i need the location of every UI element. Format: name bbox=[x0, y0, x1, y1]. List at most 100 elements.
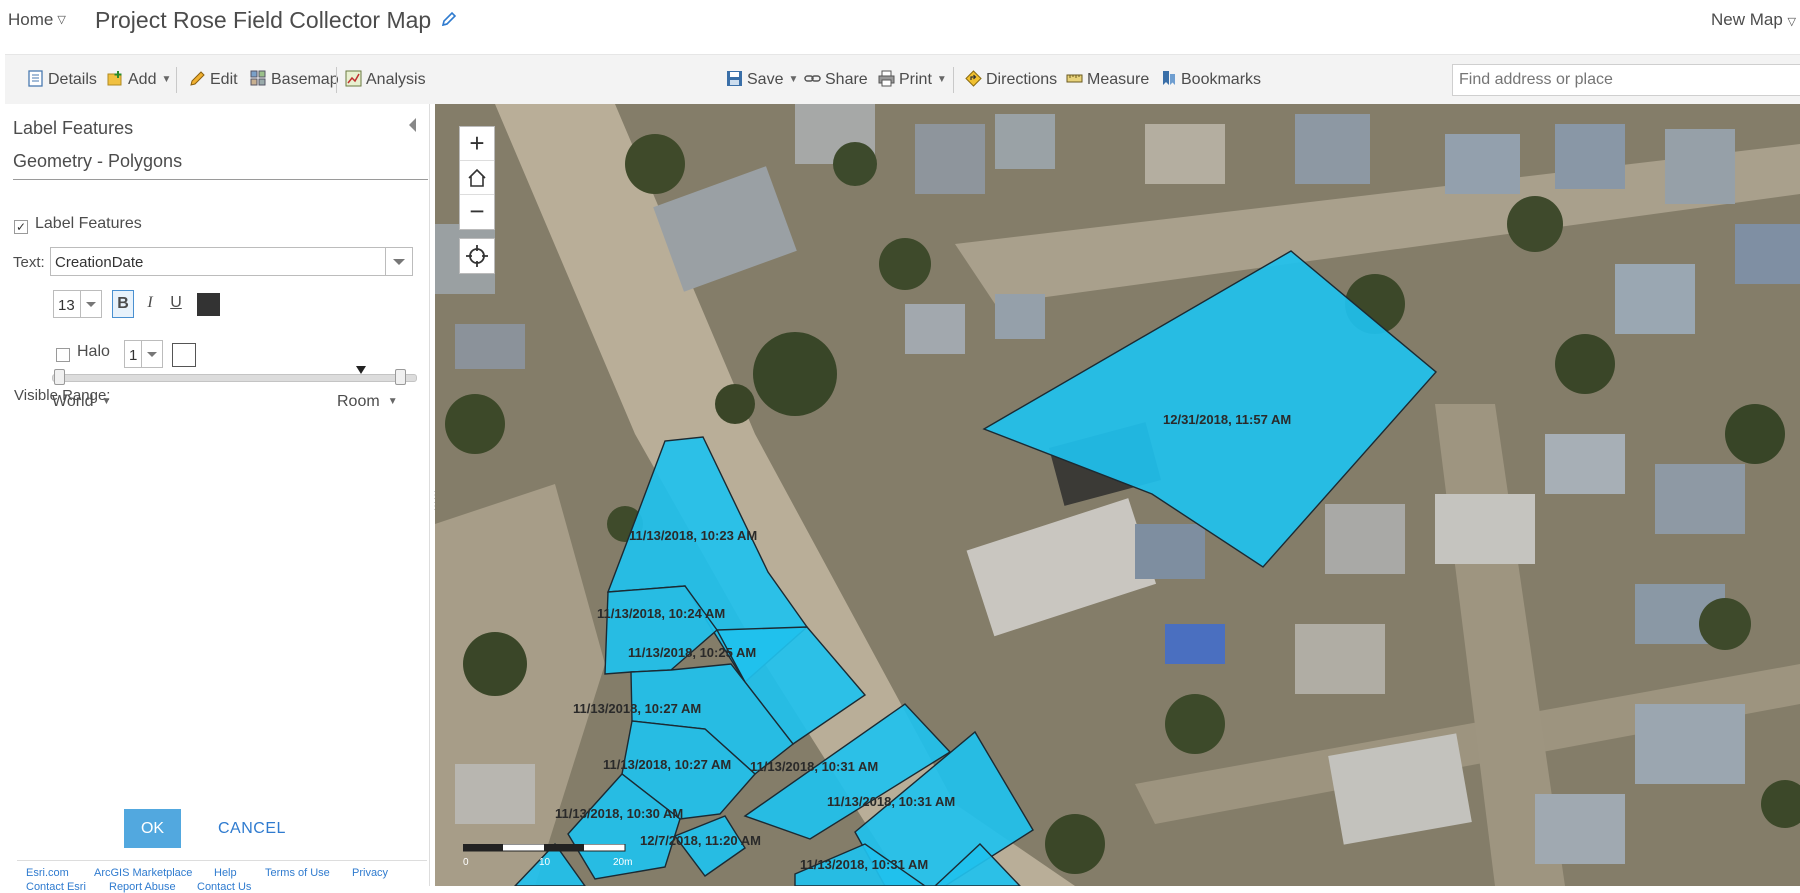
range-min-select[interactable]: World ▼ bbox=[52, 393, 111, 411]
bookmarks-button[interactable]: Bookmarks bbox=[1160, 70, 1261, 89]
edit-title-pencil-icon[interactable] bbox=[440, 10, 458, 28]
analysis-icon bbox=[345, 70, 362, 87]
text-field-select[interactable]: CreationDate bbox=[50, 247, 413, 276]
range-max-label: Room bbox=[337, 393, 380, 410]
details-icon bbox=[28, 70, 43, 87]
footer-link-privacy[interactable]: Privacy bbox=[352, 867, 388, 879]
print-label: Print bbox=[899, 71, 932, 88]
measure-ruler-icon bbox=[1066, 74, 1083, 83]
panel-resize-handle[interactable]: ⋮⋮ bbox=[430, 490, 440, 514]
edit-label: Edit bbox=[210, 71, 238, 88]
dropdown-arrow-icon: ▼ bbox=[788, 74, 799, 85]
footer-link-contact-esri[interactable]: Contact Esri bbox=[26, 881, 86, 893]
select-divider bbox=[141, 341, 142, 367]
footer-links: Esri.com ArcGIS Marketplace Help Terms o… bbox=[17, 860, 427, 893]
analysis-button[interactable]: Analysis bbox=[345, 70, 426, 89]
footer-link-report-abuse[interactable]: Report Abuse bbox=[109, 881, 176, 893]
halo-color-swatch[interactable] bbox=[172, 343, 196, 367]
halo-size-select[interactable]: 1 bbox=[124, 340, 163, 368]
toolbar-divider bbox=[336, 67, 337, 93]
select-divider bbox=[80, 291, 81, 317]
halo-checkbox[interactable] bbox=[56, 348, 70, 362]
search-input[interactable] bbox=[1452, 64, 1800, 96]
footer-link-help[interactable]: Help bbox=[214, 867, 237, 879]
visible-range-slider[interactable] bbox=[52, 374, 417, 382]
directions-icon bbox=[965, 70, 982, 87]
dropdown-arrow-icon: ▼ bbox=[161, 74, 172, 85]
current-scale-marker bbox=[356, 366, 366, 374]
home-label: Home bbox=[8, 10, 54, 29]
details-button[interactable]: Details bbox=[27, 70, 97, 89]
basemap-grid-icon bbox=[250, 70, 266, 86]
add-label: Add bbox=[128, 71, 157, 88]
print-button[interactable]: Print ▼ bbox=[878, 70, 947, 89]
footer-link-esri[interactable]: Esri.com bbox=[26, 867, 69, 879]
save-label: Save bbox=[747, 71, 784, 88]
zoom-out-button[interactable]: − bbox=[460, 195, 494, 229]
home-icon bbox=[468, 168, 486, 187]
bold-button[interactable]: B bbox=[112, 290, 134, 318]
label-features-checkbox[interactable]: ✓ bbox=[14, 220, 28, 234]
panel-title: Label Features bbox=[13, 118, 134, 138]
save-button[interactable]: Save ▼ bbox=[726, 70, 798, 89]
label-features-checkbox-label: Label Features bbox=[35, 215, 142, 232]
footer-link-terms[interactable]: Terms of Use bbox=[265, 867, 330, 879]
zoom-in-button[interactable]: + bbox=[460, 127, 494, 161]
new-map-menu[interactable]: New Map ▽ bbox=[1711, 10, 1796, 30]
halo-label: Halo bbox=[77, 343, 110, 360]
text-color-swatch[interactable] bbox=[197, 293, 220, 316]
dropdown-arrow-icon: ▼ bbox=[387, 396, 398, 407]
add-layer-icon bbox=[107, 71, 122, 86]
basemap-label: Basemap bbox=[271, 71, 339, 88]
locate-button[interactable] bbox=[460, 239, 494, 273]
map-view[interactable]: 12/31/2018, 11:57 AM 11/13/2018, 10:23 A… bbox=[435, 104, 1800, 886]
polygon-label: 11/13/2018, 10:23 AM bbox=[629, 528, 757, 543]
range-max-select[interactable]: Room ▼ bbox=[337, 393, 398, 411]
underline-button[interactable]: U bbox=[165, 290, 187, 318]
italic-button[interactable]: I bbox=[139, 290, 161, 318]
map-toolbar: Details Add ▼ Edit Basemap Analysis Save ▼… bbox=[5, 54, 1800, 104]
polygon-label: 11/13/2018, 10:31 AM bbox=[800, 857, 928, 872]
footer-link-contact-us[interactable]: Contact Us bbox=[197, 881, 251, 893]
dropdown-arrow-icon: ▼ bbox=[936, 74, 947, 85]
polygon-label: 11/13/2018, 10:30 AM bbox=[555, 806, 683, 821]
zoom-controls: + − bbox=[459, 126, 495, 230]
scale-label-mid: 10 bbox=[539, 857, 551, 868]
home-menu[interactable]: Home ▽ bbox=[8, 10, 66, 30]
divider bbox=[13, 179, 428, 180]
chevron-down-icon bbox=[147, 352, 157, 357]
range-min-handle[interactable] bbox=[54, 369, 65, 385]
text-field-value: CreationDate bbox=[55, 254, 144, 271]
toolbar-divider bbox=[953, 67, 954, 93]
footer-link-marketplace[interactable]: ArcGIS Marketplace bbox=[94, 867, 192, 879]
measure-label: Measure bbox=[1087, 71, 1150, 88]
font-size-select[interactable]: 13 bbox=[53, 290, 102, 318]
collapse-panel-arrow-icon[interactable] bbox=[409, 118, 416, 132]
new-map-label: New Map bbox=[1710, 10, 1783, 29]
directions-button[interactable]: Directions bbox=[965, 70, 1057, 89]
cancel-button[interactable]: CANCEL bbox=[218, 820, 286, 838]
range-max-handle[interactable] bbox=[395, 369, 406, 385]
font-size-value: 13 bbox=[58, 297, 75, 314]
home-extent-button[interactable] bbox=[460, 161, 494, 195]
polygon-label: 12/31/2018, 11:57 AM bbox=[1163, 412, 1291, 427]
range-min-label: World bbox=[52, 393, 94, 410]
dropdown-arrow-icon: ▼ bbox=[101, 396, 112, 407]
share-button[interactable]: Share bbox=[804, 70, 868, 89]
floppy-disk-icon bbox=[727, 71, 742, 86]
polygon-label: 11/13/2018, 10:24 AM bbox=[597, 606, 725, 621]
analysis-label: Analysis bbox=[366, 71, 426, 88]
printer-icon bbox=[878, 70, 895, 87]
satellite-imagery: 12/31/2018, 11:57 AM 11/13/2018, 10:23 A… bbox=[435, 104, 1800, 886]
basemap-button[interactable]: Basemap bbox=[250, 70, 339, 89]
chevron-down-icon bbox=[86, 302, 96, 307]
add-button[interactable]: Add ▼ bbox=[107, 70, 171, 89]
bookmark-icon bbox=[1163, 71, 1175, 85]
measure-button[interactable]: Measure bbox=[1066, 70, 1149, 89]
pencil-icon bbox=[190, 71, 205, 86]
ok-button[interactable]: OK bbox=[124, 809, 181, 848]
edit-button[interactable]: Edit bbox=[189, 70, 238, 89]
directions-label: Directions bbox=[986, 71, 1058, 88]
chevron-down-icon bbox=[393, 259, 405, 265]
locate-control bbox=[459, 238, 495, 274]
